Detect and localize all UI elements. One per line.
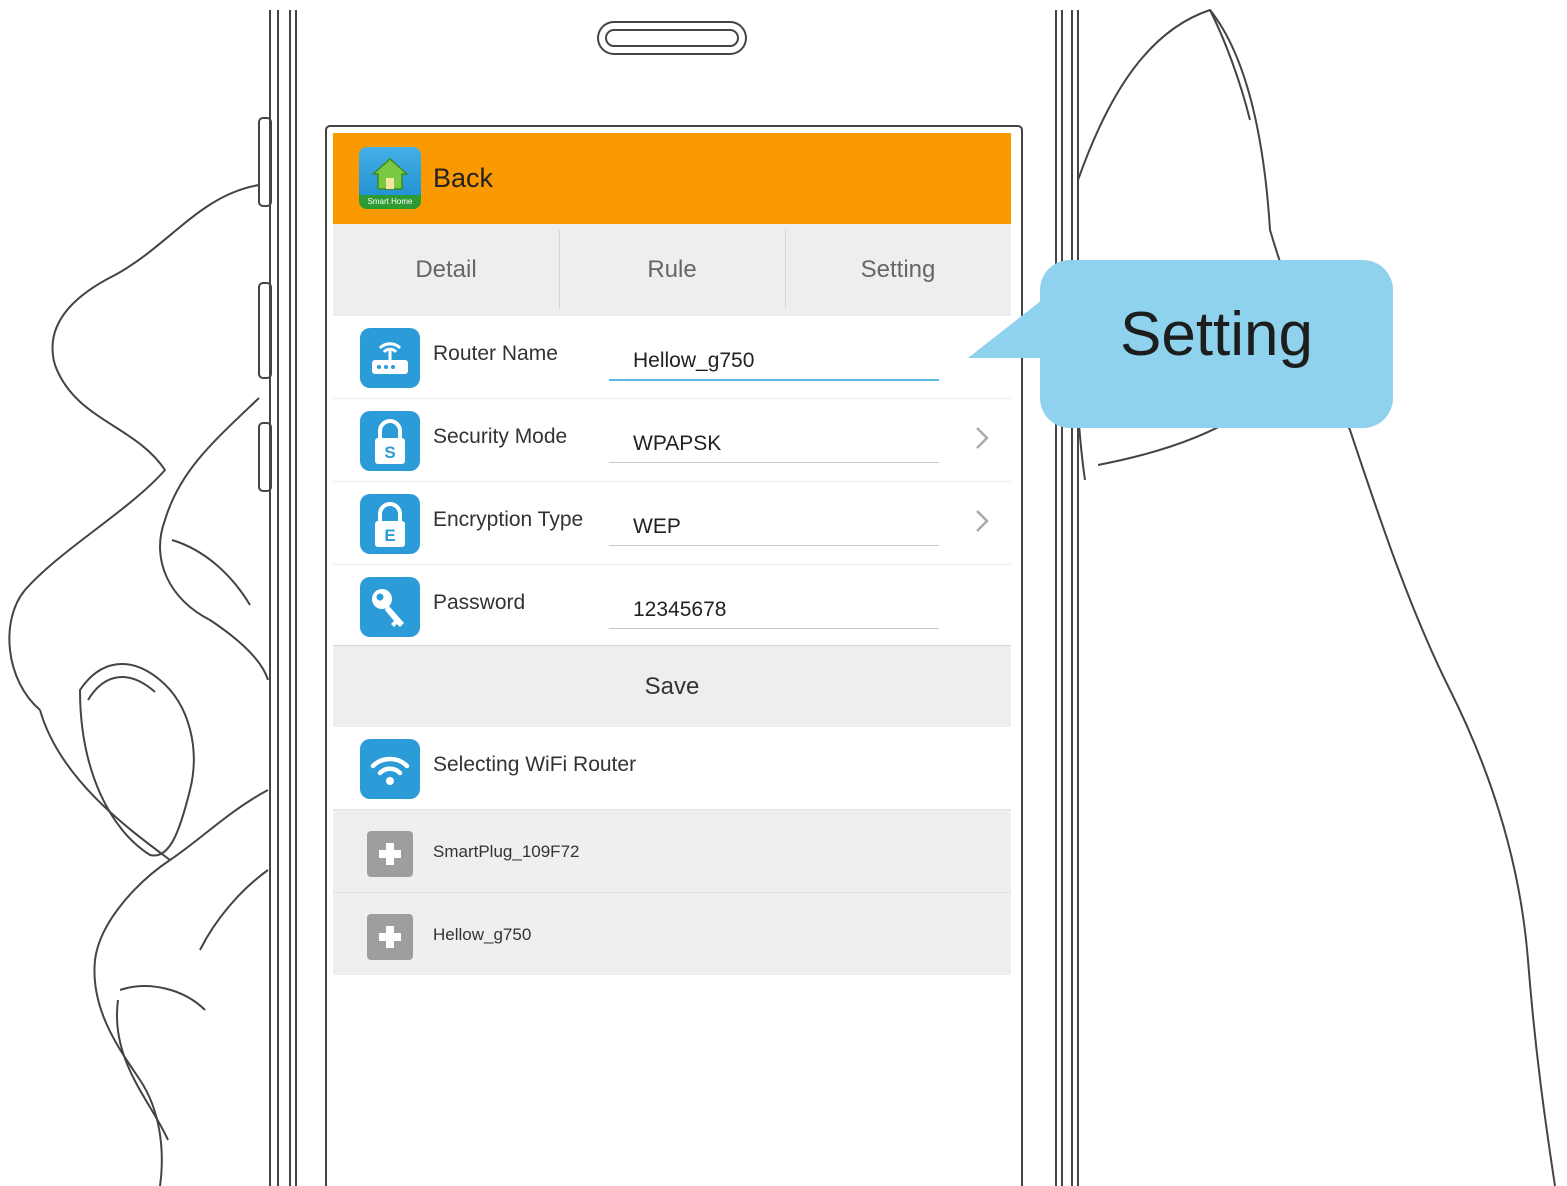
wifi-icon <box>360 739 420 799</box>
security-mode-value[interactable]: WPAPSK <box>609 426 939 463</box>
list-item[interactable]: Hellow_g750 <box>333 892 1011 975</box>
tab-bar: Detail Rule Setting <box>333 224 1011 315</box>
router-name-row: Router Name Hellow_g750 <box>333 315 1011 398</box>
tab-detail[interactable]: Detail <box>333 224 559 315</box>
add-device-icon[interactable] <box>367 914 413 960</box>
chevron-right-icon[interactable] <box>973 423 991 453</box>
password-label: Password <box>433 591 526 614</box>
device-name: SmartPlug_109F72 <box>433 842 580 861</box>
callout-pointer <box>968 300 1042 358</box>
add-device-icon[interactable] <box>367 831 413 877</box>
app-icon-caption: Smart Home <box>367 197 413 206</box>
lock-e-icon: E <box>360 494 420 554</box>
tab-rule[interactable]: Rule <box>559 224 785 315</box>
security-mode-label: Security Mode <box>433 425 568 448</box>
smart-home-app-icon[interactable]: Smart Home <box>359 147 421 209</box>
encryption-type-value[interactable]: WEP <box>609 509 939 546</box>
app-header: Smart Home Back <box>333 133 1011 224</box>
security-mode-row[interactable]: S Security Mode WPAPSK <box>333 398 1011 481</box>
back-button[interactable]: Back <box>433 163 493 194</box>
router-name-label: Router Name <box>433 342 558 365</box>
encryption-type-label: Encryption Type <box>433 508 584 531</box>
callout-text: Setting <box>1119 299 1314 369</box>
wifi-router-header: Selecting WiFi Router <box>333 727 1011 809</box>
password-input[interactable]: 12345678 <box>609 592 939 629</box>
svg-text:E: E <box>384 526 395 545</box>
encryption-type-row[interactable]: E Encryption Type WEP <box>333 481 1011 564</box>
router-name-input[interactable]: Hellow_g750 <box>609 343 939 381</box>
save-button[interactable]: Save <box>333 645 1011 728</box>
key-icon <box>360 577 420 637</box>
password-row: Password 12345678 <box>333 564 1011 647</box>
wifi-router-label: Selecting WiFi Router <box>433 753 637 776</box>
svg-text:S: S <box>384 443 395 462</box>
lock-s-icon: S <box>360 411 420 471</box>
chevron-right-icon[interactable] <box>973 506 991 536</box>
device-name: Hellow_g750 <box>433 925 532 944</box>
setting-callout: Setting <box>1040 260 1393 428</box>
phone-screen: Smart Home Back Detail Rule Setting Rout… <box>333 133 1011 1186</box>
house-icon <box>371 157 409 190</box>
list-item[interactable]: SmartPlug_109F72 <box>333 809 1011 892</box>
router-icon <box>360 328 420 388</box>
